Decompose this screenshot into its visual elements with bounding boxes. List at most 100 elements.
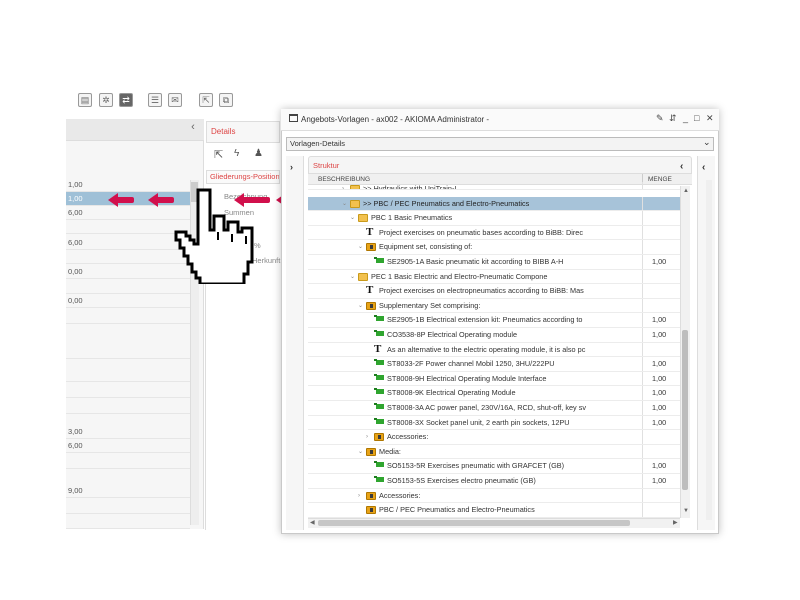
tree-toggle-icon[interactable]: ⌄: [358, 240, 363, 254]
left-value-row[interactable]: [66, 384, 190, 398]
left-value-row[interactable]: 6,00: [66, 439, 190, 453]
left-value-row[interactable]: 0,00: [66, 294, 190, 308]
left-value-row[interactable]: 9,00: [66, 484, 190, 498]
tree-row[interactable]: CO3538-8P Electrical Operating module 1,0…: [308, 328, 680, 343]
tree-toggle-icon[interactable]: ›: [366, 430, 368, 444]
left-value-row[interactable]: [66, 455, 190, 469]
link-icon[interactable]: ϟ: [234, 148, 239, 159]
column-separator: [642, 255, 643, 269]
tree-row[interactable]: ST8033-2F Power channel Mobil 1250, 3HU/…: [308, 357, 680, 372]
tree-row[interactable]: ST8008-9K Electrical Operating Module 1,0…: [308, 386, 680, 401]
tree-row-label: Equipment set, consisting of:: [379, 242, 473, 252]
folder-icon: [350, 199, 360, 208]
maximize-icon[interactable]: □: [694, 113, 699, 123]
tree-row[interactable]: SO5153-5R Exercises pneumatic with GRAFC…: [308, 459, 680, 474]
left-value-row[interactable]: [66, 515, 190, 529]
tree-row-label: As an alternative to the electric operat…: [387, 344, 586, 354]
cart-icon: [374, 388, 385, 397]
gear-icon[interactable]: ✲: [99, 93, 113, 107]
tree-row[interactable]: ⌄ Supplementary Set comprising:: [308, 298, 680, 314]
column-separator: [642, 211, 643, 225]
cart-icon: [374, 359, 385, 368]
pin-icon[interactable]: ✎: [656, 113, 664, 124]
left-value-row[interactable]: [66, 345, 190, 359]
collapse-struktur-icon[interactable]: ‹: [680, 161, 683, 172]
scroll-up-icon[interactable]: ▲: [683, 188, 689, 194]
tree-row-label: ST8033-2F Power channel Mobil 1250, 3HU/…: [387, 359, 555, 369]
column-separator: [642, 313, 643, 327]
column-separator: [642, 444, 643, 459]
tree-row[interactable]: SE2905-1B Electrical extension kit: Pneu…: [308, 313, 680, 328]
right-panel-scrollbar[interactable]: [706, 180, 712, 520]
tree-toggle-icon[interactable]: ⌄: [358, 299, 363, 313]
column-separator: [642, 401, 643, 415]
tree-row-label: Media:: [379, 446, 401, 456]
tree-toggle-icon[interactable]: ⌄: [350, 211, 355, 225]
export-icon[interactable]: ⇱: [199, 93, 213, 107]
cart-icon: [374, 417, 385, 427]
tree-row[interactable]: › Accessories:: [308, 430, 680, 445]
expand-left-icon[interactable]: ›: [290, 162, 293, 172]
tree-row-label: SE2905-1B Electrical extension kit: Pneu…: [387, 315, 583, 325]
tree-row[interactable]: › >> Hydraulics with UniTrain-I: [308, 182, 680, 190]
left-collapsed-panel: [286, 156, 304, 530]
tree-row[interactable]: T Project exercises on pneumatic bases ac…: [308, 225, 680, 241]
left-value-row[interactable]: [66, 310, 190, 324]
tree-vertical-scrollbar-thumb[interactable]: [682, 330, 688, 490]
clipboard-icon[interactable]: ▤: [78, 93, 92, 107]
tree-row-label: ST8008-9K Electrical Operating Module: [387, 388, 516, 398]
tree-row[interactable]: › Accessories:: [308, 488, 680, 504]
copy-icon[interactable]: ⧉: [219, 93, 233, 107]
gliederung-tab[interactable]: Gliederungs-Position: [206, 170, 280, 184]
tree-toggle-icon[interactable]: ›: [358, 489, 360, 503]
left-arrow-icon: [148, 193, 174, 207]
collapse-left-icon[interactable]: ‹: [186, 121, 200, 137]
column-separator: [642, 182, 643, 189]
cart-icon: [374, 257, 385, 266]
user-icon[interactable]: ☰: [148, 93, 162, 107]
group-icon: [366, 243, 376, 252]
tree-row-label: >> PBC / PEC Pneumatics and Electro-Pneu…: [363, 198, 530, 208]
tree-toggle-icon[interactable]: ›: [342, 182, 344, 189]
mail-icon[interactable]: ✉: [168, 93, 182, 107]
tree-row[interactable]: T As an alternative to the electric opera…: [308, 342, 680, 358]
settings-icon[interactable]: ⇄: [119, 93, 133, 107]
open-icon[interactable]: ⇱: [214, 148, 223, 161]
tree-row-label: ST8008-9H Electrical Operating Module In…: [387, 373, 547, 383]
scroll-down-icon[interactable]: ▼: [683, 508, 689, 514]
tree-row-label: Accessories:: [387, 432, 429, 442]
tree-row-quantity: 1,00: [652, 403, 667, 412]
tree-row[interactable]: ST8008-3X Socket panel unit, 2 earth pin…: [308, 415, 680, 431]
tree-row-label: SO5153-5R Exercises pneumatic with GRAFC…: [387, 461, 565, 471]
tree-row[interactable]: ⌄ >> PBC / PEC Pneumatics and Electro-Pne…: [308, 196, 680, 212]
expand-right-icon[interactable]: ‹: [702, 162, 705, 173]
tree-toggle-icon[interactable]: ⌄: [350, 270, 355, 284]
close-icon[interactable]: ✕: [706, 113, 714, 124]
tree-row[interactable]: SE2905-1A Basic pneumatic kit according …: [308, 255, 680, 270]
left-value-row[interactable]: [66, 400, 190, 414]
tree-toggle-icon[interactable]: ⌄: [358, 445, 363, 459]
tree-row[interactable]: ⌄ PBC 1 Basic Pneumatics: [308, 211, 680, 226]
restore-icon[interactable]: ⇵: [669, 113, 677, 124]
chevron-down-icon[interactable]: ⌄: [703, 137, 711, 148]
left-value-row[interactable]: [66, 368, 190, 382]
tree-row[interactable]: T Project exercises on electropneumatics …: [308, 284, 680, 299]
tree-toggle-icon[interactable]: ⌄: [342, 197, 347, 211]
vorlagen-details-bar[interactable]: Vorlagen-Details: [286, 137, 714, 151]
tree-row[interactable]: ⌄ Equipment set, consisting of:: [308, 240, 680, 255]
minimize-icon[interactable]: _: [683, 113, 688, 123]
stamp-icon[interactable]: ♟: [254, 148, 263, 159]
tree-row[interactable]: ⌄ Media:: [308, 444, 680, 460]
tree-row[interactable]: PBC / PEC Pneumatics and Electro-Pneumat…: [308, 503, 680, 518]
tree-row-quantity: 1,00: [652, 315, 667, 325]
tree-row[interactable]: SO5153-5S Exercises electro pneumatic (G…: [308, 474, 680, 489]
struktur-title: Struktur: [313, 161, 340, 170]
scroll-right-icon[interactable]: ▶: [673, 519, 678, 526]
tree-row[interactable]: ST8008-9H Electrical Operating Module In…: [308, 371, 680, 387]
left-value-row[interactable]: 3,00: [66, 425, 190, 439]
left-value-row[interactable]: [66, 500, 190, 514]
tree-row[interactable]: ⌄ PEC 1 Basic Electric and Electro-Pneuma…: [308, 269, 680, 285]
tree-row[interactable]: ST8008-3A AC power panel, 230V/16A, RCD,…: [308, 401, 680, 416]
tree-horizontal-scrollbar-thumb[interactable]: [318, 520, 630, 526]
scroll-left-icon[interactable]: ◀: [310, 519, 315, 526]
